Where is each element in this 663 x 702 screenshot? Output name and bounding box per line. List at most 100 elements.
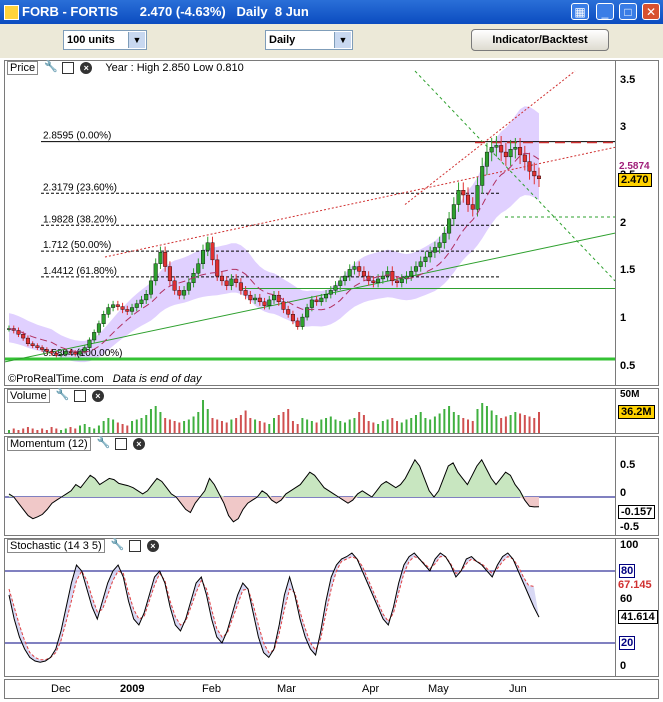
wrench-icon[interactable]: 🔧 (44, 62, 58, 75)
candle (25, 337, 30, 345)
candle (253, 297, 258, 301)
wrench-icon[interactable]: 🔧 (55, 390, 69, 403)
volume-bar (485, 406, 488, 433)
candle (163, 252, 168, 267)
window-icon[interactable] (73, 390, 86, 403)
volume-bar (97, 425, 100, 433)
ma-value-label: 2.5874 (619, 160, 650, 172)
candle (489, 147, 494, 153)
volume-bar (145, 415, 148, 433)
volume-bar (367, 421, 370, 433)
volume-bar (400, 422, 403, 433)
momentum-positive-area (9, 459, 539, 497)
candle (243, 290, 248, 296)
volume-panel[interactable]: Volume 🔧 × (4, 388, 616, 434)
volume-bar (17, 430, 20, 433)
stochastic-tick-label: 20 (619, 636, 636, 650)
volume-bar (220, 421, 223, 433)
units-select[interactable]: 100 units ▼ (63, 30, 147, 50)
candle (527, 161, 532, 172)
volume-bar (448, 406, 451, 433)
period-select[interactable]: Daily ▼ (265, 30, 353, 50)
volume-bar (202, 400, 205, 433)
close-icon[interactable]: × (132, 438, 145, 451)
volume-bar (519, 413, 522, 433)
volume-bar (31, 428, 34, 433)
candle (210, 242, 215, 261)
close-button[interactable]: ✕ (642, 3, 660, 20)
volume-bar (381, 421, 384, 433)
candle (537, 175, 542, 179)
candle (238, 282, 243, 291)
chevron-down-icon[interactable]: ▼ (334, 32, 351, 48)
window-icon[interactable] (114, 438, 127, 451)
stochastic-panel-header: Stochastic (14 3 5) 🔧 × (7, 539, 159, 556)
candle (87, 339, 92, 348)
stochastic-axis[interactable]: 100 80 60 20 0 67.145 41.614 (616, 538, 659, 677)
volume-bar (22, 428, 25, 433)
volume-bar (396, 421, 399, 433)
candle (49, 351, 54, 354)
wrench-icon[interactable]: 🔧 (96, 438, 110, 451)
volume-bar (343, 422, 346, 433)
candle (106, 307, 111, 315)
stochastic-panel[interactable]: Stochastic (14 3 5) 🔧 × (4, 538, 616, 677)
momentum-tick-label: -0.5 (620, 521, 639, 533)
momentum-axis[interactable]: 0.5 0 -0.5 -0.157 (616, 436, 659, 536)
candle (442, 232, 447, 243)
candle (281, 301, 286, 310)
x-label-apr: Apr (362, 683, 380, 695)
window-titlebar: FORB - FORTIS 2.470 (-4.63%) Daily 8 Jun… (0, 0, 663, 24)
close-icon[interactable]: × (146, 540, 159, 553)
candle (111, 304, 116, 308)
candle (219, 275, 224, 282)
volume-bar (107, 418, 110, 433)
volume-bar (268, 424, 271, 433)
volume-bar (93, 428, 96, 433)
volume-bar (197, 412, 200, 433)
price-tick-label: 1 (620, 312, 627, 324)
stochastic-signal-value: 67.145 (618, 579, 652, 592)
price-axis[interactable]: 3.532.521.510.52.58742.470 (616, 60, 659, 386)
chevron-down-icon[interactable]: ▼ (128, 32, 145, 48)
candle (342, 275, 347, 282)
candle (461, 190, 466, 196)
volume-bar (405, 419, 408, 433)
app-icon (4, 5, 19, 20)
volume-last-value: 36.2M (618, 405, 655, 419)
candle (290, 314, 295, 322)
close-icon[interactable]: × (91, 390, 104, 403)
volume-bar (509, 415, 512, 433)
volume-bar (538, 412, 540, 433)
volume-bar (433, 416, 436, 433)
wrench-icon[interactable]: 🔧 (110, 540, 124, 553)
x-label-jun: Jun (509, 683, 527, 695)
stochastic-fill (9, 553, 539, 663)
volume-bar (457, 415, 460, 433)
candle (480, 166, 485, 186)
grid-icon[interactable]: ▦ (571, 3, 589, 20)
minimize-button[interactable]: _ (596, 3, 614, 20)
candle (352, 266, 357, 270)
price-panel[interactable]: 2.8595 (0.00%) 2.3179 (23.60%) 1.9828 (38.… (4, 60, 616, 386)
volume-bar (500, 418, 503, 433)
volume-axis[interactable]: 50M 36.2M (616, 388, 659, 434)
volume-bar (291, 421, 294, 433)
candle (338, 280, 343, 286)
volume-bar (287, 409, 290, 433)
maximize-button[interactable]: □ (619, 3, 637, 20)
window-icon[interactable] (62, 62, 75, 75)
candle (314, 299, 319, 303)
candle (115, 304, 120, 307)
window-icon[interactable] (128, 540, 141, 553)
candle (82, 347, 87, 352)
volume-bar (334, 419, 337, 433)
volume-bar (78, 425, 81, 433)
volume-bar (244, 410, 247, 433)
close-icon[interactable]: × (80, 62, 93, 75)
indicator-backtest-button[interactable]: Indicator/Backtest (471, 29, 609, 51)
volume-bar (12, 428, 15, 433)
x-axis[interactable]: Dec 2009 Feb Mar Apr May Jun (4, 679, 659, 699)
momentum-panel[interactable]: Momentum (12) 🔧 × (4, 436, 616, 536)
candle (328, 290, 333, 295)
